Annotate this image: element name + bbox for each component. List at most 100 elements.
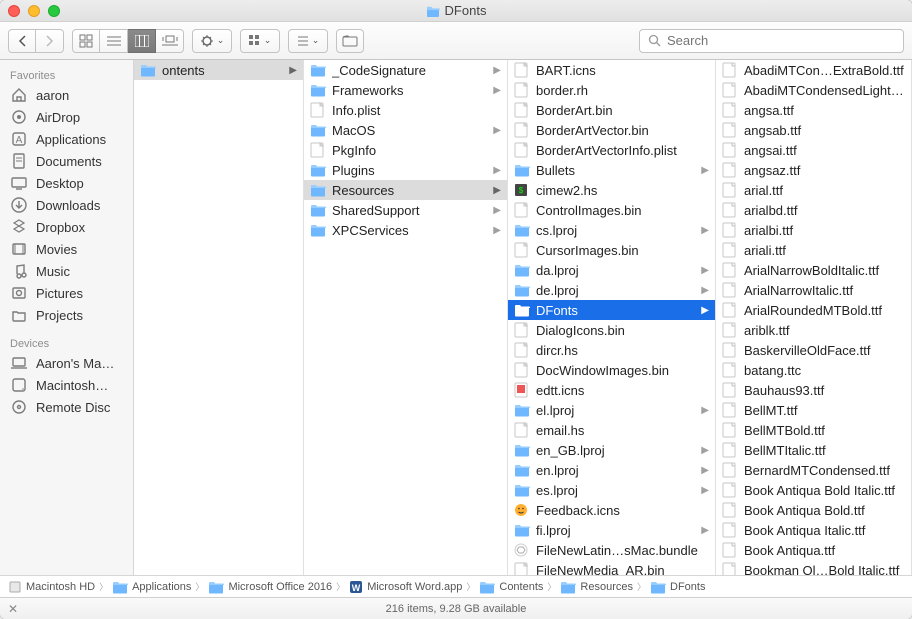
icon-view-button[interactable]: [72, 29, 100, 53]
file-item[interactable]: SharedSupport▶: [304, 200, 507, 220]
coverflow-view-button[interactable]: [156, 29, 184, 53]
sidebar-device-aaron-s-ma-[interactable]: Aaron's Ma…: [0, 352, 133, 374]
file-item[interactable]: $cimew2.hs: [508, 180, 715, 200]
sidebar-item-pictures[interactable]: Pictures: [0, 282, 133, 304]
file-item[interactable]: XPCServices▶: [304, 220, 507, 240]
file-item[interactable]: DocWindowImages.bin: [508, 360, 715, 380]
file-item[interactable]: BART.icns: [508, 60, 715, 80]
file-item[interactable]: Frameworks▶: [304, 80, 507, 100]
file-item[interactable]: fi.lproj▶: [508, 520, 715, 540]
file-item[interactable]: ariali.ttf: [716, 240, 911, 260]
file-item[interactable]: cs.lproj▶: [508, 220, 715, 240]
file-item[interactable]: BernardMTCondensed.ttf: [716, 460, 911, 480]
file-item[interactable]: angsa.ttf: [716, 100, 911, 120]
file-item[interactable]: FileNewLatin…sMac.bundle: [508, 540, 715, 560]
column-2[interactable]: BART.icnsborder.rhBorderArt.binBorderArt…: [508, 60, 716, 575]
file-item[interactable]: ontents▶: [134, 60, 303, 80]
file-item[interactable]: edtt.icns: [508, 380, 715, 400]
file-item[interactable]: DFonts▶: [508, 300, 715, 320]
file-item[interactable]: BellMTItalic.ttf: [716, 440, 911, 460]
file-item[interactable]: angsaz.ttf: [716, 160, 911, 180]
file-item[interactable]: Book Antiqua Bold Italic.ttf: [716, 480, 911, 500]
sidebar-item-desktop[interactable]: Desktop: [0, 172, 133, 194]
file-item[interactable]: arial.ttf: [716, 180, 911, 200]
quicklook-icon[interactable]: ✕: [8, 602, 18, 616]
forward-button[interactable]: [36, 29, 64, 53]
file-item[interactable]: Book Antiqua Bold.ttf: [716, 500, 911, 520]
file-item[interactable]: FileNewMedia_AR.bin: [508, 560, 715, 575]
sidebar-item-dropbox[interactable]: Dropbox: [0, 216, 133, 238]
file-item[interactable]: Info.plist: [304, 100, 507, 120]
search-field[interactable]: [639, 29, 904, 53]
column-view-button[interactable]: [128, 29, 156, 53]
file-item[interactable]: Resources▶: [304, 180, 507, 200]
path-segment[interactable]: Macintosh HD: [8, 580, 95, 594]
file-item[interactable]: AbadiMTCondensedLight.ttf: [716, 80, 911, 100]
path-segment[interactable]: Applications: [112, 580, 191, 594]
file-item[interactable]: da.lproj▶: [508, 260, 715, 280]
sidebar-item-airdrop[interactable]: AirDrop: [0, 106, 133, 128]
sidebar-item-aaron[interactable]: aaron: [0, 84, 133, 106]
file-item[interactable]: ariblk.ttf: [716, 320, 911, 340]
file-item[interactable]: ArialNarrowItalic.ttf: [716, 280, 911, 300]
path-segment[interactable]: DFonts: [650, 580, 705, 594]
file-item[interactable]: CursorImages.bin: [508, 240, 715, 260]
sidebar-item-documents[interactable]: Documents: [0, 150, 133, 172]
sidebar-item-projects[interactable]: Projects: [0, 304, 133, 326]
file-item[interactable]: arialbi.ttf: [716, 220, 911, 240]
path-segment[interactable]: Resources: [560, 580, 633, 594]
column-0[interactable]: ontents▶: [134, 60, 304, 575]
file-item[interactable]: BorderArtVector.bin: [508, 120, 715, 140]
path-segment[interactable]: WMicrosoft Word.app: [349, 580, 462, 594]
path-segment[interactable]: Contents: [479, 580, 543, 594]
file-item[interactable]: es.lproj▶: [508, 480, 715, 500]
file-item[interactable]: BorderArtVectorInfo.plist: [508, 140, 715, 160]
file-item[interactable]: en.lproj▶: [508, 460, 715, 480]
file-item[interactable]: Plugins▶: [304, 160, 507, 180]
file-item[interactable]: el.lproj▶: [508, 400, 715, 420]
file-item[interactable]: AbadiMTCon…ExtraBold.ttf: [716, 60, 911, 80]
search-input[interactable]: [667, 33, 895, 48]
file-item[interactable]: angsab.ttf: [716, 120, 911, 140]
file-item[interactable]: Bullets▶: [508, 160, 715, 180]
file-item[interactable]: ArialNarrowBoldItalic.ttf: [716, 260, 911, 280]
file-item[interactable]: ArialRoundedMTBold.ttf: [716, 300, 911, 320]
sidebar-item-applications[interactable]: AApplications: [0, 128, 133, 150]
file-item[interactable]: angsai.ttf: [716, 140, 911, 160]
file-item[interactable]: Bauhaus93.ttf: [716, 380, 911, 400]
file-item[interactable]: arialbd.ttf: [716, 200, 911, 220]
file-item[interactable]: de.lproj▶: [508, 280, 715, 300]
file-item[interactable]: Book Antiqua Italic.ttf: [716, 520, 911, 540]
file-item[interactable]: BellMT.ttf: [716, 400, 911, 420]
file-item[interactable]: border.rh: [508, 80, 715, 100]
list-view-button[interactable]: [100, 29, 128, 53]
file-item[interactable]: Bookman Ol…Bold Italic.ttf: [716, 560, 911, 575]
file-item[interactable]: PkgInfo: [304, 140, 507, 160]
tags-button[interactable]: [336, 29, 364, 53]
file-item[interactable]: Feedback.icns: [508, 500, 715, 520]
file-item[interactable]: _CodeSignature▶: [304, 60, 507, 80]
back-button[interactable]: [8, 29, 36, 53]
sidebar-item-movies[interactable]: Movies: [0, 238, 133, 260]
column-3[interactable]: AbadiMTCon…ExtraBold.ttfAbadiMTCondensed…: [716, 60, 912, 575]
arrange-button[interactable]: ⌄: [240, 29, 280, 53]
column-1[interactable]: _CodeSignature▶Frameworks▶Info.plistMacO…: [304, 60, 508, 575]
sidebar-device-remote-disc[interactable]: Remote Disc: [0, 396, 133, 418]
action-button[interactable]: ⌄: [192, 29, 232, 53]
sidebar-device-macintosh-[interactable]: Macintosh…: [0, 374, 133, 396]
file-item[interactable]: BorderArt.bin: [508, 100, 715, 120]
file-item[interactable]: BellMTBold.ttf: [716, 420, 911, 440]
path-segment[interactable]: Microsoft Office 2016: [208, 580, 332, 594]
file-item[interactable]: dircr.hs: [508, 340, 715, 360]
sidebar-item-downloads[interactable]: Downloads: [0, 194, 133, 216]
file-item[interactable]: MacOS▶: [304, 120, 507, 140]
file-item[interactable]: email.hs: [508, 420, 715, 440]
file-item[interactable]: DialogIcons.bin: [508, 320, 715, 340]
file-item[interactable]: en_GB.lproj▶: [508, 440, 715, 460]
file-item[interactable]: ControlImages.bin: [508, 200, 715, 220]
sidebar-item-music[interactable]: Music: [0, 260, 133, 282]
file-item[interactable]: Book Antiqua.ttf: [716, 540, 911, 560]
file-item[interactable]: batang.ttc: [716, 360, 911, 380]
share-button[interactable]: ⌄: [288, 29, 328, 53]
file-item[interactable]: BaskervilleOldFace.ttf: [716, 340, 911, 360]
